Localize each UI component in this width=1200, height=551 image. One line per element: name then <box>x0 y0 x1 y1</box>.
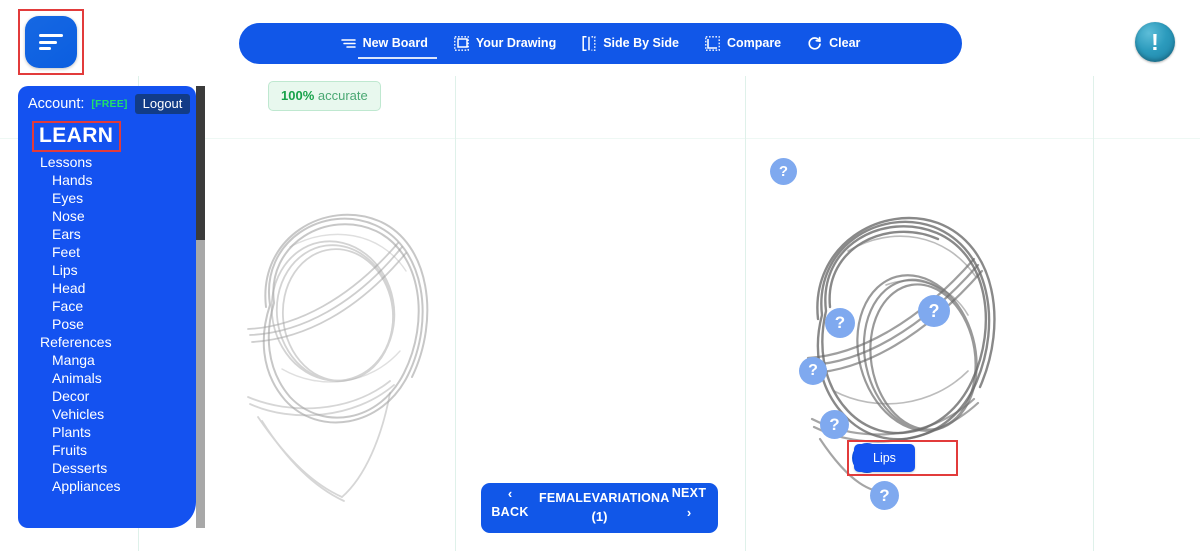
hamburger-menu-button[interactable] <box>25 16 77 68</box>
lesson-index: (1) <box>591 509 608 524</box>
pager-back-arrow-icon: ‹ <box>507 486 513 501</box>
refresh-icon <box>807 36 822 51</box>
lines-icon <box>340 37 356 50</box>
pager-next-label: NEXT <box>671 486 707 500</box>
sidebar-nav: Lessons Hands Eyes Nose Ears Feet Lips Head Face… <box>18 153 196 495</box>
toolbar-label-clear: Clear <box>829 36 861 50</box>
sidebar-item-nose[interactable]: Nose <box>18 207 196 225</box>
sidebar-item-manga[interactable]: Manga <box>18 351 196 369</box>
pager-back-label: BACK <box>491 505 529 519</box>
toolbar-item-clear[interactable]: Clear <box>794 30 873 58</box>
top-toolbar: New Board Your Drawing Side By Side Comp… <box>239 23 962 64</box>
learn-heading: LEARN <box>39 124 114 147</box>
accuracy-percent: 100% <box>281 88 315 103</box>
lips-callout-highlight: Lips <box>847 440 958 476</box>
sidebar-item-ears[interactable]: Ears <box>18 225 196 243</box>
learn-heading-highlight: LEARN <box>32 121 122 152</box>
toolbar-label-side-by-side: Side By Side <box>603 36 679 50</box>
logout-button[interactable]: Logout <box>134 94 191 114</box>
canvas-panel-divider-4 <box>1093 76 1094 551</box>
lips-button[interactable]: Lips <box>854 444 915 472</box>
exclamation-glyph: ! <box>1151 28 1159 55</box>
dashed-frame-icon <box>705 35 720 51</box>
sidebar-item-hands[interactable]: Hands <box>18 171 196 189</box>
account-label: Account: <box>28 96 85 112</box>
hint-marker-5[interactable]: ? <box>820 410 849 439</box>
sidebar-group-references[interactable]: References <box>18 333 196 351</box>
sidebar-item-plants[interactable]: Plants <box>18 423 196 441</box>
lesson-title: FEMALEVARIATIONA <box>539 491 670 505</box>
sidebar-item-lips[interactable]: Lips <box>18 261 196 279</box>
pager-next-arrow-icon: › <box>686 505 692 520</box>
sidebar-item-feet[interactable]: Feet <box>18 243 196 261</box>
toolbar-label-compare: Compare <box>726 36 782 50</box>
accuracy-badge: 100% accurate <box>268 81 381 111</box>
hint-marker-3[interactable]: ? <box>918 295 950 327</box>
app-root: Account: [FREE] Logout LEARN Lessons Hand… <box>0 0 1200 551</box>
sidebar-item-head[interactable]: Head <box>18 279 196 297</box>
toolbar-label-your-drawing: Your Drawing <box>475 36 557 50</box>
toolbar-item-new-board[interactable]: New Board <box>328 30 441 59</box>
hamburger-icon <box>39 31 63 54</box>
sidebar-item-desserts[interactable]: Desserts <box>18 459 196 477</box>
sidebar-item-eyes[interactable]: Eyes <box>18 189 196 207</box>
pager-next-button[interactable]: NEXT › <box>660 483 718 533</box>
sidebar-group-lessons[interactable]: Lessons <box>18 153 196 171</box>
exclamation-icon[interactable]: ! <box>1135 22 1175 62</box>
toolbar-item-your-drawing[interactable]: Your Drawing <box>441 30 569 58</box>
account-plan-badge: [FREE] <box>91 98 128 110</box>
sidebar-item-animals[interactable]: Animals <box>18 369 196 387</box>
toolbar-item-side-by-side[interactable]: Side By Side <box>569 30 692 58</box>
sidebar-item-appliances[interactable]: Appliances <box>18 477 196 495</box>
canvas-panel-divider-2 <box>455 76 456 551</box>
menu-button-highlight <box>18 9 84 75</box>
account-row: Account: [FREE] Logout <box>18 86 196 116</box>
split-panels-icon <box>582 35 596 51</box>
toolbar-label-new-board: New Board <box>362 36 428 50</box>
hint-marker-6[interactable]: ? <box>870 481 899 510</box>
canvas-panel-divider-3 <box>745 76 746 551</box>
dashed-square-icon <box>454 35 469 51</box>
pager-center: FEMALEVARIATIONA (1) <box>539 483 670 533</box>
hint-marker-1[interactable]: ? <box>770 158 797 185</box>
sidebar-item-pose[interactable]: Pose <box>18 315 196 333</box>
sidebar-item-fruits[interactable]: Fruits <box>18 441 196 459</box>
accuracy-label: accurate <box>317 88 368 103</box>
sidebar-item-face[interactable]: Face <box>18 297 196 315</box>
sidebar-item-decor[interactable]: Decor <box>18 387 196 405</box>
sidebar-scrollbar-thumb[interactable] <box>196 240 205 528</box>
hint-marker-2[interactable]: ? <box>825 308 855 338</box>
hint-marker-4[interactable]: ? <box>799 357 827 385</box>
sidebar-item-vehicles[interactable]: Vehicles <box>18 405 196 423</box>
sidebar-panel[interactable]: Account: [FREE] Logout LEARN Lessons Hand… <box>18 86 196 528</box>
toolbar-item-compare[interactable]: Compare <box>692 30 794 58</box>
pager-back-button[interactable]: ‹ BACK <box>481 483 539 533</box>
lesson-pager: ‹ BACK FEMALEVARIATIONA (1) NEXT › <box>481 483 718 533</box>
